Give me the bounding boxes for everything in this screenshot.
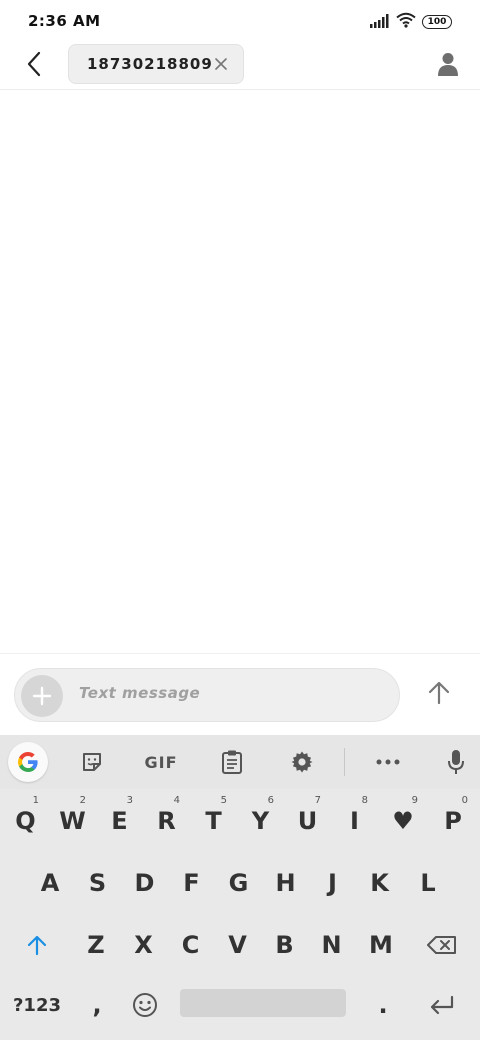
sticker-button[interactable]	[72, 743, 112, 781]
shift-key[interactable]	[2, 917, 72, 973]
key-n[interactable]: N	[308, 917, 355, 973]
recipient-chip[interactable]: 18730218809	[68, 44, 244, 84]
gear-icon	[291, 751, 313, 773]
key-l[interactable]: L	[403, 855, 453, 911]
remove-recipient-button[interactable]	[213, 56, 229, 72]
gif-button[interactable]: GIF	[136, 743, 186, 781]
key-p[interactable]: P0	[428, 793, 478, 849]
wifi-icon	[396, 12, 416, 32]
close-icon	[215, 58, 227, 70]
keyboard: GIF Q 1 W 2 E 3 R 4 T 5 Y 6 U 7 I 8 ♥ 9 …	[0, 735, 480, 1040]
message-input[interactable]: Text message	[79, 684, 200, 702]
settings-button[interactable]	[282, 743, 322, 781]
key-g[interactable]: G	[215, 855, 262, 911]
key-o[interactable]: ♥ 9	[378, 793, 428, 849]
backspace-icon	[427, 936, 456, 954]
clipboard-button[interactable]	[212, 743, 252, 781]
message-list[interactable]	[0, 91, 480, 653]
key-s[interactable]: S	[74, 855, 121, 911]
more-button[interactable]	[368, 743, 408, 781]
send-button[interactable]	[422, 678, 456, 712]
emoji-icon	[133, 993, 157, 1017]
key-u[interactable]: U7	[284, 793, 331, 849]
toolbar-divider	[344, 748, 345, 776]
google-g-icon	[17, 752, 38, 772]
gif-label: GIF	[144, 752, 178, 772]
key-w[interactable]: W2	[49, 793, 96, 849]
symbols-key[interactable]: ?123	[4, 977, 70, 1033]
google-button[interactable]	[8, 742, 48, 782]
key-x[interactable]: X	[120, 917, 167, 973]
key-c[interactable]: C	[167, 917, 214, 973]
compose-bar: Text message	[0, 653, 480, 735]
key-d[interactable]: D	[121, 855, 168, 911]
person-icon	[438, 52, 458, 80]
space-bar[interactable]	[180, 989, 346, 1017]
period-key[interactable]: .	[358, 977, 408, 1033]
key-e[interactable]: E3	[96, 793, 143, 849]
key-row-3: Z X C V B N M	[0, 917, 480, 977]
status-icons: 100	[370, 12, 452, 32]
enter-icon	[430, 995, 454, 1015]
comma-key[interactable]: ,	[72, 977, 122, 1033]
key-row-1: Q1 W2 E3 R4 T5 Y6 U7 I8 ♥ 9 P0	[0, 793, 480, 853]
key-q[interactable]: Q1	[2, 793, 49, 849]
arrow-up-icon	[428, 681, 450, 709]
key-t[interactable]: T5	[190, 793, 237, 849]
voice-input-button[interactable]	[436, 743, 476, 781]
key-r[interactable]: R4	[143, 793, 190, 849]
shift-arrow-icon	[27, 935, 47, 956]
back-arrow-icon	[26, 51, 42, 81]
signal-icon	[370, 13, 390, 32]
recipient-number: 18730218809	[87, 55, 213, 73]
key-f[interactable]: F	[168, 855, 215, 911]
clipboard-icon	[222, 750, 242, 774]
key-j[interactable]: J	[309, 855, 356, 911]
key-a[interactable]: A	[26, 855, 74, 911]
backspace-key[interactable]	[407, 917, 477, 973]
key-v[interactable]: V	[214, 917, 261, 973]
key-y[interactable]: Y6	[237, 793, 284, 849]
status-time: 2:36 AM	[28, 12, 101, 30]
key-i[interactable]: I8	[331, 793, 378, 849]
conversation-header: 18730218809	[0, 42, 480, 90]
status-bar: 2:36 AM 100	[0, 0, 480, 42]
more-dots-icon	[376, 759, 400, 765]
compose-field[interactable]: Text message	[14, 668, 400, 722]
key-h[interactable]: H	[262, 855, 309, 911]
key-b[interactable]: B	[261, 917, 308, 973]
key-row-4: ?123 , .	[0, 977, 480, 1037]
keyboard-toolbar: GIF	[0, 735, 480, 789]
key-m[interactable]: M	[355, 917, 407, 973]
microphone-icon	[448, 750, 464, 774]
contact-button[interactable]	[432, 50, 464, 82]
key-z[interactable]: Z	[72, 917, 120, 973]
plus-icon	[32, 686, 52, 706]
key-k[interactable]: K	[356, 855, 403, 911]
key-row-2: A S D F G H J K L	[0, 855, 480, 915]
emoji-key[interactable]	[122, 977, 168, 1033]
battery-indicator: 100	[422, 15, 452, 29]
enter-key[interactable]	[410, 977, 474, 1033]
back-button[interactable]	[18, 50, 50, 82]
sticker-icon	[83, 753, 101, 771]
add-attachment-button[interactable]	[21, 675, 63, 717]
